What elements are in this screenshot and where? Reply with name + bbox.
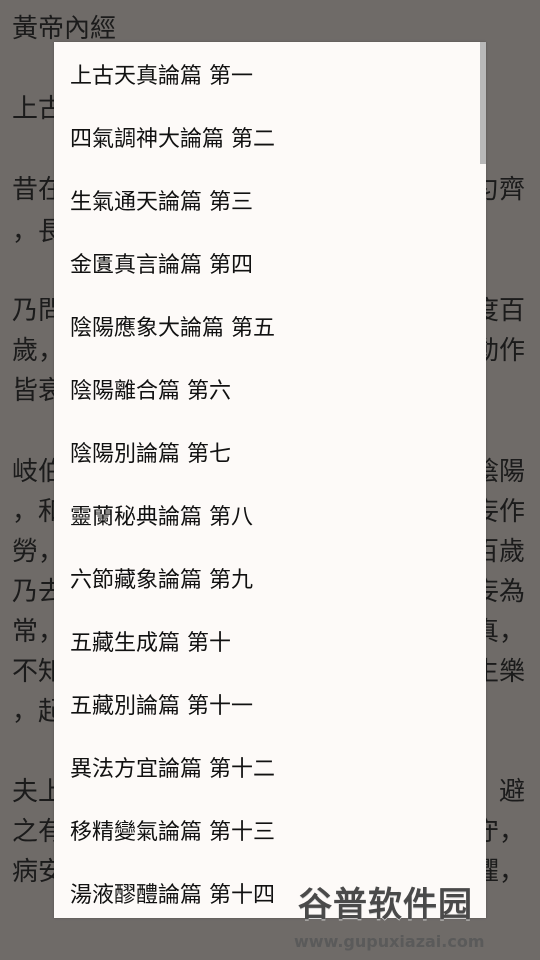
menu-item-chapter-5[interactable]: 陰陽應象大論篇 第五 [54,294,474,357]
menu-item-chapter-13[interactable]: 移精變氣論篇 第十三 [54,798,474,861]
menu-scrollbar[interactable] [480,42,486,918]
menu-item-chapter-14[interactable]: 湯液醪醴論篇 第十四 [54,861,474,918]
menu-item-chapter-7[interactable]: 陰陽別論篇 第七 [54,420,474,483]
menu-item-chapter-11[interactable]: 五藏別論篇 第十一 [54,672,474,735]
menu-item-chapter-2[interactable]: 四氣調神大論篇 第二 [54,105,474,168]
text-fragment: 避 [498,777,525,807]
menu-item-chapter-6[interactable]: 陰陽離合篇 第六 [54,357,474,420]
menu-item-chapter-10[interactable]: 五藏生成篇 第十 [54,609,474,672]
menu-item-chapter-12[interactable]: 異法方宜論篇 第十二 [54,735,474,798]
app-screen: 黃帝內經 上古 昔在 匀齊 ，長 乃問 度百 歲， 動作 皆衰 岐伯 陰陽 ，和… [0,0,540,960]
menu-item-chapter-4[interactable]: 金匱真言論篇 第四 [54,231,474,294]
book-title: 黃帝內經 [12,14,117,44]
menu-item-chapter-3[interactable]: 生氣通天論篇 第三 [54,168,474,231]
chapter-menu[interactable]: 上古天真論篇 第一 四氣調神大論篇 第二 生氣通天論篇 第三 金匱真言論篇 第四… [54,42,486,918]
menu-item-chapter-9[interactable]: 六節藏象論篇 第九 [54,546,474,609]
menu-item-chapter-8[interactable]: 靈蘭秘典論篇 第八 [54,483,474,546]
scroll-thumb[interactable] [480,42,486,164]
menu-item-chapter-1[interactable]: 上古天真論篇 第一 [54,42,474,105]
